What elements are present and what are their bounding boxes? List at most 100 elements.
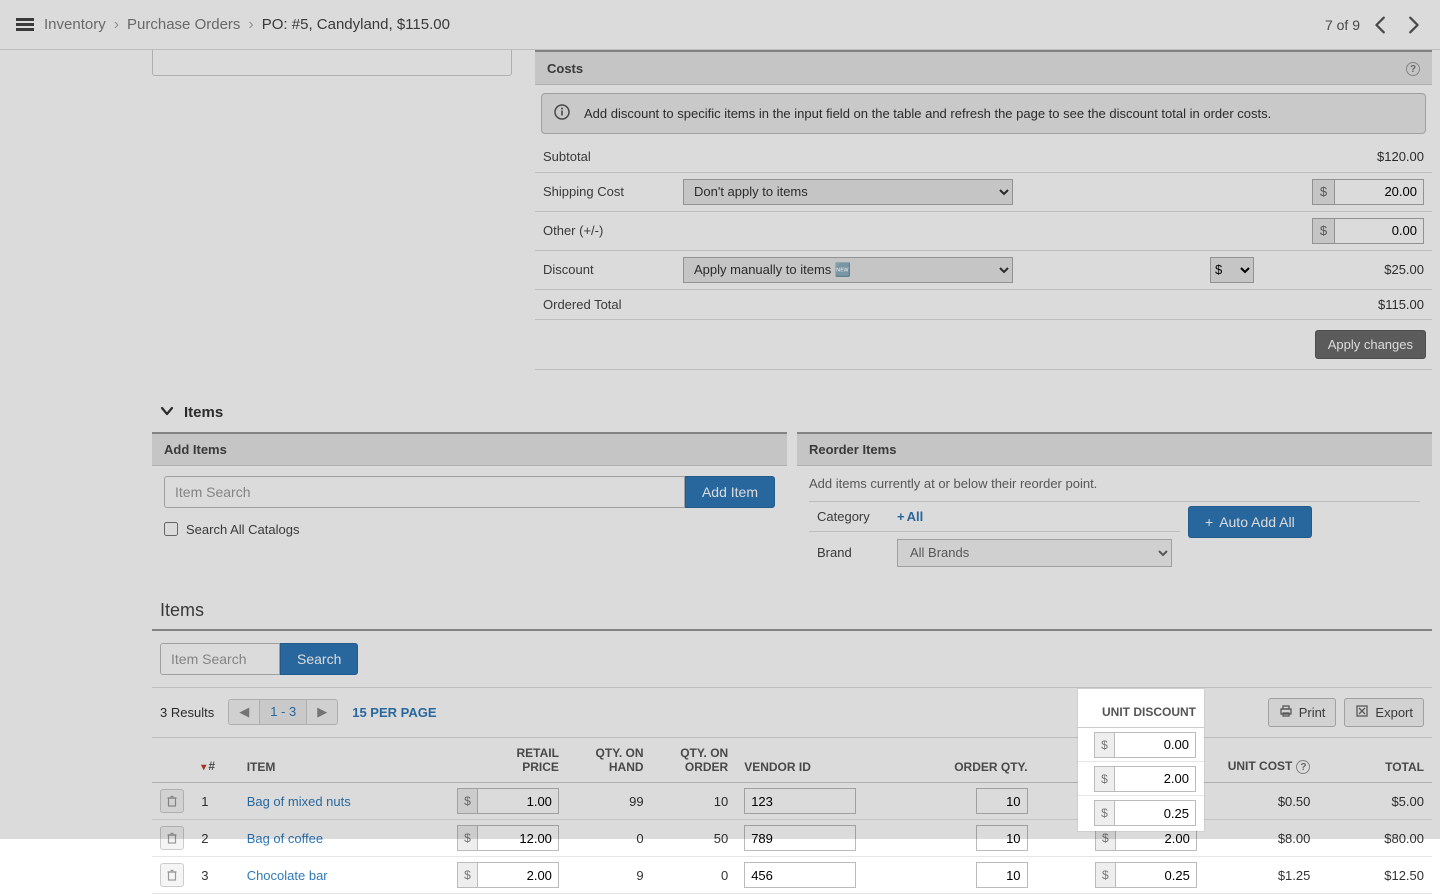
discount-unit-select[interactable]: $ [1210, 257, 1254, 283]
vendor-id-input[interactable] [744, 825, 856, 851]
shipping-label: Shipping Cost [535, 172, 675, 211]
col-retail-price[interactable]: RETAILPRICE [445, 738, 567, 783]
unit-cost-value: $8.00 [1205, 820, 1319, 857]
search-all-catalogs-label[interactable]: Search All Catalogs [164, 522, 775, 537]
brand-select[interactable]: All Brands [897, 539, 1172, 567]
costs-panel: Costs ? Add discount to specific items i… [535, 50, 1432, 370]
qty-on-order-value: 10 [652, 783, 737, 820]
costs-info-text: Add discount to specific items in the in… [584, 106, 1271, 121]
row-number: 3 [193, 857, 238, 894]
print-button[interactable]: Print [1268, 698, 1337, 727]
discount-apply-select[interactable]: Apply manually to items 🆕 [683, 257, 1013, 283]
delete-row-button[interactable] [160, 826, 184, 850]
module-icon [16, 18, 34, 32]
pager: ◀ 1 - 3 ▶ [228, 699, 338, 725]
unit-discount-input[interactable] [1114, 800, 1196, 826]
row-number: 1 [193, 783, 238, 820]
table-row: 1Bag of mixed nuts$9910$$0.50$5.00 [152, 783, 1432, 820]
add-items-title: Add Items [152, 432, 787, 466]
other-cost-input[interactable] [1334, 218, 1424, 244]
total-value: $12.50 [1318, 857, 1432, 894]
notes-textarea-bottom[interactable] [152, 50, 512, 76]
auto-add-all-button[interactable]: + Auto Add All [1188, 506, 1312, 538]
currency-prefix: $ [1312, 179, 1334, 205]
col-number[interactable]: ▾# [193, 738, 238, 783]
ordered-total-label: Ordered Total [535, 289, 675, 319]
discount-value: $25.00 [1262, 250, 1432, 289]
costs-table: Subtotal $120.00 Shipping Cost Don't app… [535, 142, 1432, 320]
unit-discount-input[interactable] [1114, 766, 1196, 792]
order-qty-input[interactable] [976, 788, 1028, 814]
add-item-search-input[interactable] [164, 476, 685, 508]
costs-title-bar: Costs ? [535, 50, 1432, 85]
shipping-cost-input[interactable] [1334, 179, 1424, 205]
unit-discount-input[interactable] [1114, 732, 1196, 758]
col-vendor-id[interactable]: VENDOR ID [736, 738, 870, 783]
export-button[interactable]: Export [1344, 698, 1424, 727]
items-search-button[interactable]: Search [280, 643, 358, 675]
costs-info-banner: Add discount to specific items in the in… [541, 93, 1426, 134]
shipping-apply-select[interactable]: Don't apply to items [683, 179, 1013, 205]
pager-next[interactable]: ▶ [307, 700, 337, 724]
delete-row-button[interactable] [160, 863, 184, 887]
items-accordion-toggle[interactable]: Items [152, 394, 1432, 432]
item-name-link[interactable]: Chocolate bar [239, 857, 445, 894]
breadcrumb-inventory[interactable]: Inventory [44, 16, 106, 33]
currency-prefix: $ [1312, 218, 1334, 244]
col-qty-on-order[interactable]: QTY. ONORDER [652, 738, 737, 783]
currency-prefix: $ [1094, 800, 1114, 826]
subtotal-label: Subtotal [535, 142, 675, 172]
help-icon[interactable]: ? [1402, 60, 1420, 76]
pager-range[interactable]: 1 - 3 [260, 700, 307, 724]
plus-icon: + [897, 509, 905, 524]
qty-on-hand-value: 0 [567, 820, 652, 857]
vendor-id-input[interactable] [744, 788, 856, 814]
currency-prefix: $ [457, 788, 477, 814]
col-item[interactable]: ITEM [239, 738, 445, 783]
breadcrumb: Inventory › Purchase Orders › PO: #5, Ca… [44, 16, 450, 34]
col-unit-cost[interactable]: UNIT COST? [1205, 738, 1319, 783]
items-data-table: ▾# ITEM RETAILPRICE QTY. ONHAND QTY. ONO… [152, 738, 1432, 894]
unit-discount-input[interactable] [1115, 862, 1197, 888]
item-name-link[interactable]: Bag of mixed nuts [239, 783, 445, 820]
info-icon [554, 104, 570, 123]
apply-changes-button[interactable]: Apply changes [1315, 330, 1426, 359]
order-qty-input[interactable] [976, 825, 1028, 851]
items-accordion-label: Items [184, 404, 223, 421]
col-total[interactable]: TOTAL [1318, 738, 1432, 783]
col-order-qty[interactable]: ORDER QTY. [870, 738, 1035, 783]
items-search-input[interactable] [160, 643, 280, 675]
reorder-items-title: Reorder Items [797, 432, 1432, 466]
category-all-link[interactable]: +All [897, 509, 923, 524]
chevron-down-icon [160, 404, 174, 422]
unit-discount-highlight: UNIT DISCOUNT $$$ [1078, 689, 1204, 831]
next-record-button[interactable] [1402, 14, 1424, 36]
retail-price-input[interactable] [477, 862, 559, 888]
costs-title: Costs [547, 61, 583, 76]
help-icon[interactable]: ? [1296, 760, 1310, 774]
order-qty-input[interactable] [976, 862, 1028, 888]
col-qty-on-hand[interactable]: QTY. ONHAND [567, 738, 652, 783]
prev-record-button[interactable] [1370, 14, 1392, 36]
currency-prefix: $ [1094, 732, 1114, 758]
search-all-catalogs-checkbox[interactable] [164, 522, 178, 536]
per-page-link[interactable]: 15 PER PAGE [352, 705, 436, 720]
unit-cost-value: $1.25 [1205, 857, 1319, 894]
row-number: 2 [193, 820, 238, 857]
vendor-id-input[interactable] [744, 862, 856, 888]
reorder-hint-text: Add items currently at or below their re… [809, 476, 1420, 491]
export-icon [1355, 704, 1369, 721]
discount-row: Discount Apply manually to items 🆕 $ $25… [535, 250, 1432, 289]
retail-price-input[interactable] [477, 825, 559, 851]
retail-price-input[interactable] [477, 788, 559, 814]
category-label: Category [809, 501, 889, 531]
add-items-panel: Add Items Add Item Search All Catalogs [152, 432, 787, 584]
add-item-button[interactable]: Add Item [685, 476, 775, 508]
breadcrumb-purchase-orders[interactable]: Purchase Orders [127, 16, 240, 33]
delete-row-button[interactable] [160, 789, 184, 813]
item-name-link[interactable]: Bag of coffee [239, 820, 445, 857]
pager-prev[interactable]: ◀ [229, 700, 260, 724]
results-count-text: 3 Results [160, 705, 214, 720]
currency-prefix: $ [1094, 766, 1114, 792]
discount-label: Discount [535, 250, 675, 289]
